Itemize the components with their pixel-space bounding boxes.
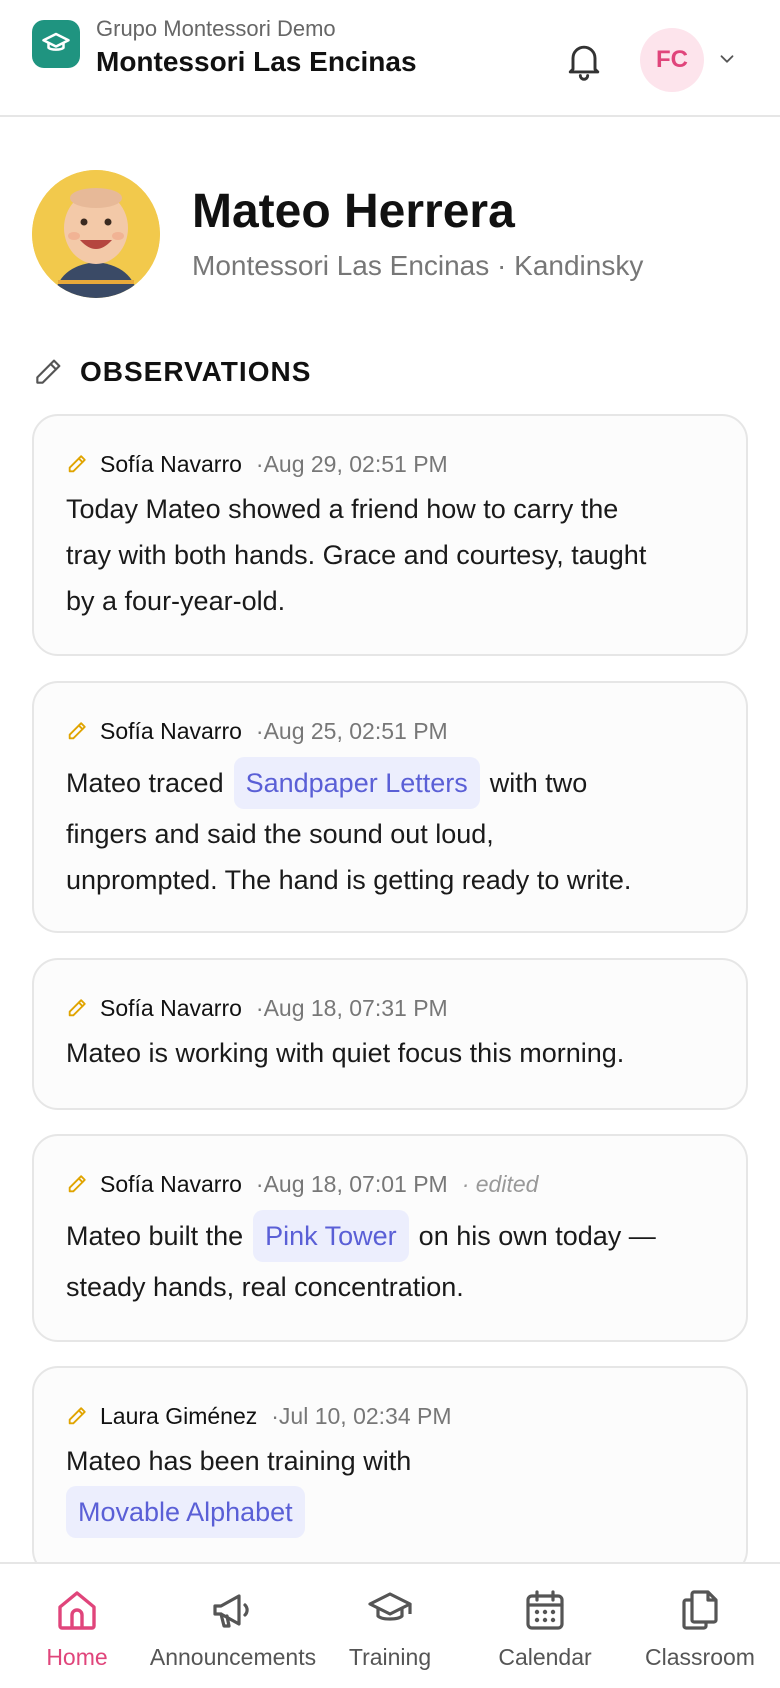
pencil-icon — [68, 1407, 86, 1425]
nav-label: Announcements — [149, 1644, 317, 1670]
observation-card[interactable]: Sofía Navarro ·Aug 29, 02:51 PM Today Ma… — [32, 414, 748, 656]
calendar-icon — [526, 1590, 564, 1630]
observation-card[interactable]: Sofía Navarro ·Aug 25, 02:51 PM Mateo tr… — [32, 681, 748, 933]
observation-card[interactable]: Laura Giménez ·Jul 10, 02:34 PM Mateo ha… — [32, 1366, 748, 1576]
observation-text: Mateo is working with quiet focus this m… — [66, 1030, 726, 1076]
material-chip[interactable]: Pink Tower — [253, 1210, 409, 1262]
observation-meta: Sofía Navarro ·Aug 29, 02:51 PM — [66, 448, 448, 480]
school-name[interactable]: Montessori Las Encinas — [96, 46, 417, 78]
nav-label: Home — [46, 1644, 108, 1670]
observation-date: ·Aug 25, 02:51 PM — [255, 717, 448, 744]
nav-item-home[interactable]: Home — [34, 1564, 120, 1688]
pencil-icon — [68, 455, 86, 473]
edited-label: · edited — [461, 1170, 539, 1197]
bottom-navigation: Home Announcements Training Calendar Cla… — [0, 1562, 780, 1688]
section-title: OBSERVATIONS — [80, 356, 312, 387]
observation-line: Mateo traced Sandpaper Letters with two — [66, 755, 726, 811]
pencil-icon — [68, 1175, 86, 1193]
observation-line: Mateo is working with quiet focus this m… — [66, 1038, 625, 1068]
observation-text: Mateo traced Sandpaper Letters with two … — [66, 755, 726, 903]
pencil-icon — [36, 359, 61, 384]
nav-item-classroom[interactable]: Classroom — [640, 1564, 760, 1688]
graduation-cap-icon — [42, 32, 70, 51]
observation-text-segment: Mateo built the — [66, 1221, 244, 1251]
copy-icon — [682, 1590, 718, 1630]
observation-line: steady hands, real concentration. — [66, 1272, 464, 1302]
megaphone-icon — [213, 1594, 249, 1628]
observation-line: Mateo built the Pink Tower on his own to… — [66, 1208, 726, 1264]
observation-author: Sofía Navarro — [100, 1170, 242, 1197]
observations-heading: OBSERVATIONS — [32, 352, 311, 392]
observation-meta: Sofía Navarro ·Aug 18, 07:31 PM — [66, 992, 448, 1024]
graduation-cap-icon — [368, 1592, 412, 1621]
bell-icon[interactable] — [562, 38, 606, 82]
observation-date: ·Aug 18, 07:31 PM — [255, 994, 448, 1021]
child-avatar — [32, 170, 160, 298]
child-name: Mateo Herrera — [192, 185, 515, 238]
material-chip[interactable]: Movable Alphabet — [66, 1486, 305, 1538]
observation-author: Sofía Navarro — [100, 717, 242, 744]
app-header: Grupo Montessori Demo Montessori Las Enc… — [0, 0, 780, 117]
observation-line: fingers and said the sound out loud, — [66, 819, 494, 849]
observation-date: ·Aug 29, 02:51 PM — [255, 450, 448, 477]
material-chip[interactable]: Sandpaper Letters — [233, 757, 480, 809]
observation-date: ·Jul 10, 02:34 PM — [271, 1402, 452, 1429]
observation-text: Mateo has been training with Movable Alp… — [66, 1438, 726, 1540]
observation-date: ·Aug 18, 07:01 PM — [255, 1170, 448, 1197]
nav-item-training[interactable]: Training — [344, 1564, 436, 1688]
chevron-down-icon[interactable] — [716, 48, 738, 70]
school-logo[interactable] — [32, 20, 80, 68]
observation-author: Laura Giménez — [100, 1402, 258, 1429]
pencil-icon — [68, 722, 86, 740]
observation-meta: Sofía Navarro ·Aug 25, 02:51 PM — [66, 715, 448, 747]
observation-meta: Sofía Navarro ·Aug 18, 07:01 PM · edited — [66, 1168, 538, 1200]
observation-meta: Laura Giménez ·Jul 10, 02:34 PM — [66, 1400, 452, 1432]
observation-text-segment: Mateo traced — [66, 768, 224, 798]
observation-line: tray with both hands. Grace and courtesy… — [66, 540, 647, 570]
observation-text-segment: with two — [489, 768, 588, 798]
home-icon — [58, 1591, 96, 1630]
observation-text: Mateo built the Pink Tower on his own to… — [66, 1208, 726, 1310]
observation-line: unprompted. The hand is getting ready to… — [66, 865, 632, 895]
nav-label: Training — [348, 1644, 432, 1670]
child-school-class: Montessori Las Encinas · Kandinsky — [192, 250, 644, 281]
observation-author: Sofía Navarro — [100, 994, 242, 1021]
observation-text-segment: on his own today — — [418, 1221, 656, 1251]
observation-line: Movable Alphabet — [66, 1484, 726, 1540]
observation-line: Today Mateo showed a friend how to carry… — [66, 494, 619, 524]
observation-card[interactable]: Sofía Navarro ·Aug 18, 07:31 PM Mateo is… — [32, 958, 748, 1110]
nav-item-announcements[interactable]: Announcements — [146, 1564, 320, 1688]
observation-text: Today Mateo showed a friend how to carry… — [66, 486, 726, 624]
nav-label: Classroom — [645, 1644, 755, 1670]
observation-author: Sofía Navarro — [100, 450, 242, 477]
pencil-icon — [68, 999, 86, 1017]
observation-line: by a four-year-old. — [66, 586, 286, 616]
observation-line: Mateo has been training with — [66, 1446, 412, 1476]
observation-card[interactable]: Sofía Navarro ·Aug 18, 07:01 PM · edited… — [32, 1134, 748, 1342]
organization-name: Grupo Montessori Demo — [96, 16, 336, 41]
nav-label: Calendar — [498, 1644, 592, 1670]
nav-item-calendar[interactable]: Calendar — [490, 1564, 600, 1688]
user-avatar[interactable]: FC — [640, 28, 704, 92]
